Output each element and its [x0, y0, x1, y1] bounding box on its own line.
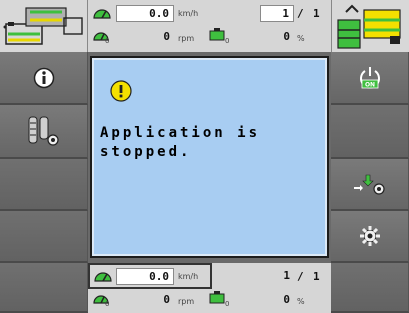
power-on-softkey[interactable]: ON [331, 52, 409, 105]
terminal-screen: 0.0 km/h 1 / 1 0 0 rpm 0 0 % ON 0.0 km/h… [0, 0, 409, 313]
power-on-label: ON [364, 81, 374, 88]
speed-unit-bottom: km/h [178, 272, 199, 281]
percent-unit-bottom: % [297, 297, 305, 306]
rpm-icon-subscript: 0 [105, 37, 110, 45]
warning-icon [110, 80, 132, 102]
right-softkey-5[interactable] [331, 263, 409, 313]
percent-unit: % [297, 34, 305, 43]
alarm-dialog[interactable]: Application is stopped. [90, 56, 329, 258]
top-status-bar: 0.0 km/h 1 / 1 0 0 rpm 0 0 % [88, 0, 331, 52]
page-total-bottom: 1 [313, 270, 320, 283]
page-separator: / [297, 7, 304, 20]
speed-unit: km/h [178, 9, 199, 18]
page-separator-bottom: / [297, 270, 304, 283]
page-current-bottom: 1 [260, 268, 294, 285]
transfer-settings-icon [353, 174, 385, 195]
rpm-value-bottom: 0 [116, 292, 174, 309]
right-softkey-panel: ON [331, 52, 409, 313]
section-control-icon [332, 0, 409, 52]
info-icon [33, 67, 54, 88]
left-softkey-panel [0, 52, 88, 313]
page-current: 1 [260, 5, 294, 22]
transfer-settings-softkey[interactable] [331, 159, 409, 211]
settings-softkey[interactable] [331, 211, 409, 263]
settings-gear-icon [359, 226, 380, 246]
right-softkey-2[interactable] [331, 105, 409, 159]
dialog-message: Application is stopped. [100, 125, 261, 160]
left-softkey-5[interactable] [0, 263, 88, 313]
page-total: 1 [313, 7, 320, 20]
speedometer-icon-bottom [94, 272, 112, 282]
section-control-button[interactable] [331, 0, 409, 52]
left-softkey-3[interactable] [0, 159, 88, 211]
machine-layout-button[interactable] [0, 0, 88, 52]
percent-value-bottom: 0 [260, 292, 294, 309]
speed-value-bottom: 0.0 [116, 268, 174, 285]
power-on-icon: ON [359, 66, 380, 88]
sensor-settings-icon [28, 116, 59, 146]
bottom-status-bar: 0.0 km/h 1 / 1 0 0 rpm 0 0 % [88, 263, 331, 313]
rpm-icon-subscript-bottom: 0 [105, 300, 110, 308]
rpm-unit-bottom: rpm [178, 297, 195, 306]
rpm-value: 0 [116, 29, 174, 46]
speedometer-icon [93, 9, 111, 19]
implement-layout-icon [3, 7, 83, 45]
tank-icon-subscript: 0 [225, 37, 230, 45]
speed-value: 0.0 [116, 5, 174, 22]
sensor-settings-softkey[interactable] [0, 105, 88, 159]
tank-icon-subscript-bottom: 0 [225, 300, 230, 308]
percent-value: 0 [260, 29, 294, 46]
rpm-unit: rpm [178, 34, 195, 43]
left-softkey-4[interactable] [0, 211, 88, 263]
info-softkey[interactable] [0, 52, 88, 105]
